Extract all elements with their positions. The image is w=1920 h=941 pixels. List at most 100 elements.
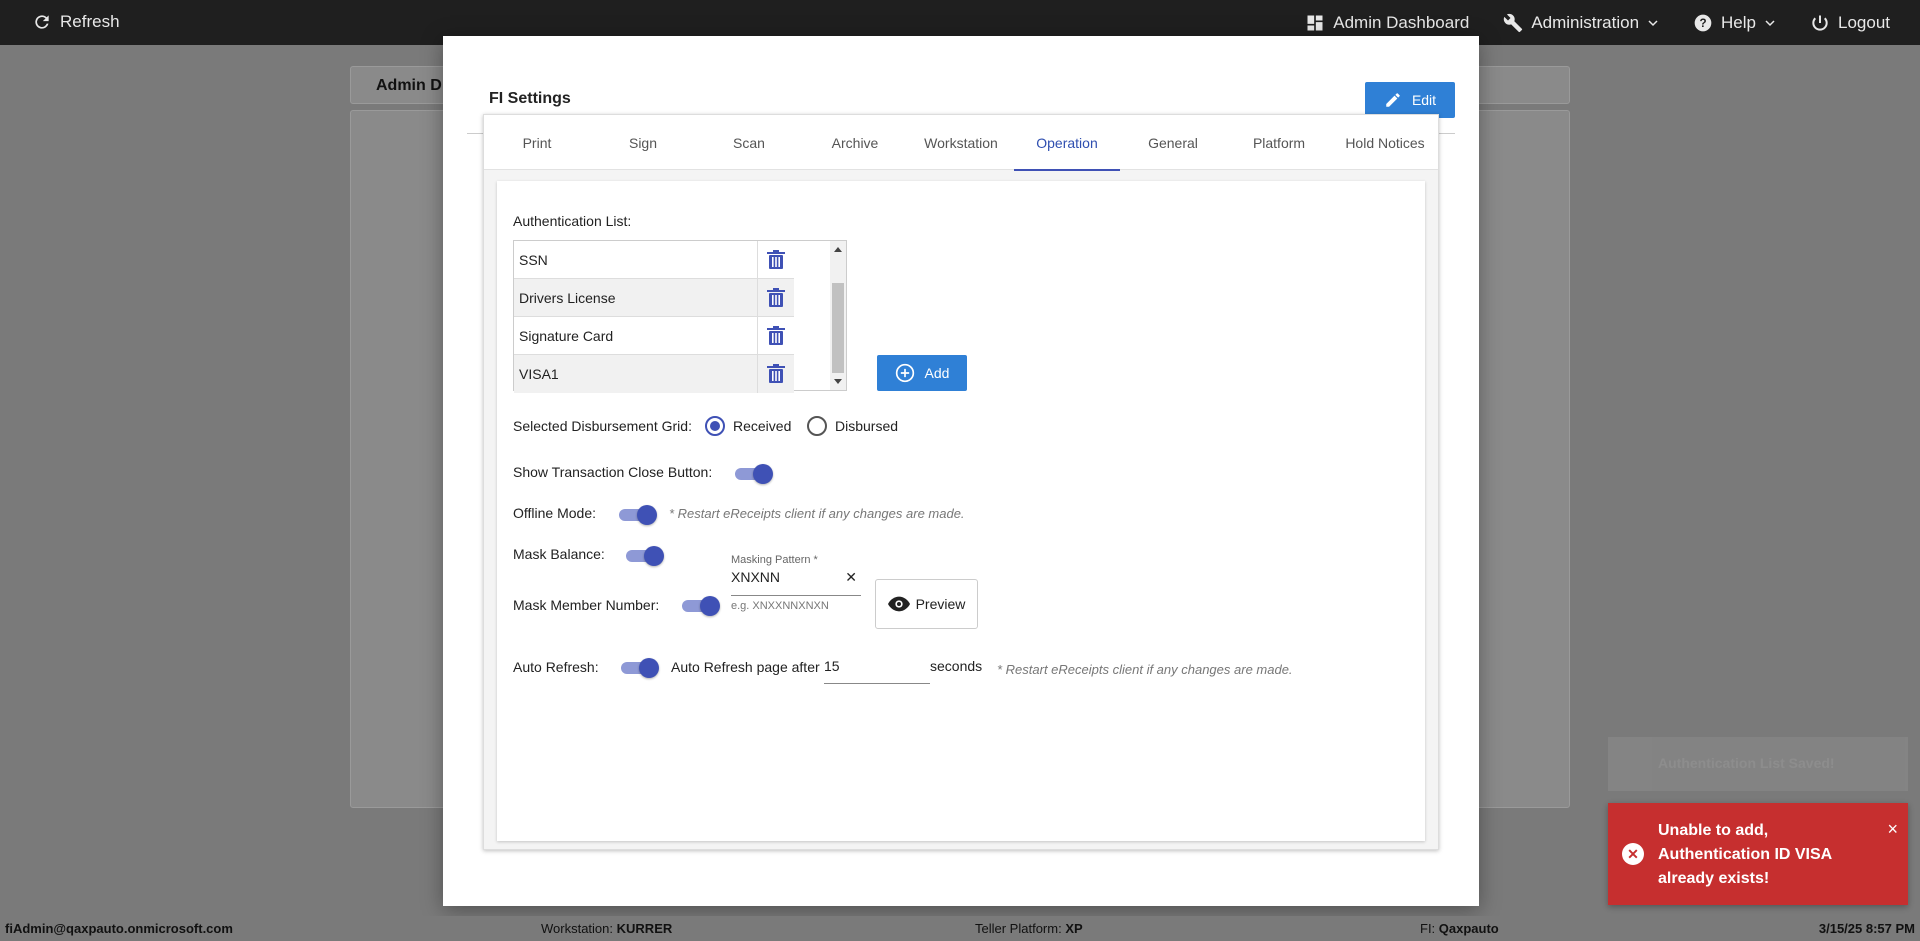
scroll-up-icon[interactable] [834,247,842,252]
success-toast: Authentication List Saved! [1608,737,1908,791]
mask-member-label: Mask Member Number: [513,597,660,613]
administration-menu[interactable]: Administration [1503,13,1659,33]
dashboard-icon [1307,15,1323,30]
error-toast-message: Unable to add, Authentication ID VISA al… [1658,822,1832,887]
eye-icon [887,596,910,612]
seconds-label: seconds [930,658,983,674]
fi-settings-modal: FI Settings Edit Print Sign Scan Archive… [443,36,1479,906]
list-item: Drivers License [514,279,794,317]
teller-label: Teller Platform: [975,921,1062,936]
tab-print[interactable]: Print [484,115,590,170]
tab-hold-notices[interactable]: Hold Notices [1332,115,1438,170]
delete-button[interactable] [758,317,794,354]
clear-icon[interactable]: ✕ [845,569,857,586]
scrollbar-thumb[interactable] [832,283,844,373]
offline-restart-note: * Restart eReceipts client if any change… [669,506,965,521]
chevron-down-icon [1765,19,1775,26]
tab-general[interactable]: General [1120,115,1226,170]
delete-button[interactable] [758,355,794,393]
auto-refresh-seconds-value[interactable]: 15 [824,658,840,674]
auto-refresh-restart-note: * Restart eReceipts client if any change… [997,662,1293,677]
auth-item-label: SSN [514,241,758,278]
disbursement-grid-label: Selected Disbursement Grid: [513,418,692,434]
trash-icon [767,325,785,345]
logout-label: Logout [1838,12,1890,32]
delete-button[interactable] [758,279,794,316]
error-icon: ✕ [1622,843,1644,865]
offline-mode-label: Offline Mode: [513,505,597,521]
list-scrollbar[interactable] [830,241,846,390]
status-fi: FI: Qaxpauto [1420,921,1499,936]
administration-label: Administration [1531,12,1640,32]
power-icon [1812,15,1828,31]
edit-label: Edit [1411,92,1437,108]
list-item: SSN [514,241,794,279]
masking-pattern-hint: e.g. XNXXNNXNXN [731,600,829,612]
svg-text:?: ? [1699,17,1706,30]
delete-button[interactable] [758,241,794,278]
tab-scan[interactable]: Scan [696,115,802,170]
tab-operation[interactable]: Operation [1014,115,1120,171]
auto-refresh-seconds-input[interactable]: 15 [824,658,930,684]
close-icon[interactable]: × [1887,819,1898,840]
masking-pattern-label: Masking Pattern * [731,554,818,566]
error-toast: ✕ Unable to add, Authentication ID VISA … [1608,803,1908,905]
list-item: Signature Card [514,317,794,355]
teller-value: XP [1065,921,1083,936]
success-toast-message: Authentication List Saved! [1658,755,1835,771]
refresh-icon [35,15,49,29]
tab-workstation[interactable]: Workstation [908,115,1014,170]
status-workstation: Workstation: KURRER [541,921,672,936]
show-close-toggle[interactable] [735,464,773,484]
refresh-button[interactable]: Refresh [32,12,120,32]
authentication-list: SSN Drivers License Signature Card VISA1 [513,240,847,393]
status-teller-platform: Teller Platform: XP [975,921,1083,936]
tab-archive[interactable]: Archive [802,115,908,170]
trash-icon [767,287,785,307]
preview-label: Preview [915,596,966,612]
status-datetime: 3/15/25 8:57 PM [1818,921,1915,936]
edit-button[interactable]: Edit [1365,82,1455,118]
auto-refresh-toggle[interactable] [621,658,659,678]
settings-tabs: Print Sign Scan Archive Workstation Oper… [484,115,1438,171]
help-menu[interactable]: ? Help [1693,13,1776,33]
workstation-label: Workstation: [541,921,614,936]
status-bar: fiAdmin@qaxpauto.onmicrosoft.com Worksta… [0,916,1920,941]
received-label: Received [733,418,792,434]
workstation-value: KURRER [616,921,673,936]
wrench-icon [1504,13,1523,32]
settings-panel: Print Sign Scan Archive Workstation Oper… [483,114,1439,850]
disbursed-radio[interactable] [807,416,827,436]
tab-sign[interactable]: Sign [590,115,696,170]
mask-member-toggle[interactable] [682,596,720,616]
mask-balance-label: Mask Balance: [513,546,605,562]
add-label: Add [924,365,950,381]
authentication-list-label: Authentication List: [513,213,632,229]
modal-title: FI Settings [489,90,571,107]
trash-icon [767,249,785,269]
admin-dashboard-link[interactable]: Admin Dashboard [1305,13,1469,33]
chevron-down-icon [1648,19,1658,26]
masking-pattern-value[interactable]: XNXNN [731,569,780,585]
background-page-title: Admin D [376,77,442,94]
disbursed-label: Disbursed [835,418,899,434]
add-button[interactable]: Add [877,355,967,391]
preview-button[interactable]: Preview [875,579,978,629]
logout-button[interactable]: Logout [1810,13,1890,33]
list-item: VISA1 [514,355,794,393]
operation-content: Authentication List: SSN Drivers License… [497,181,1425,841]
help-label: Help [1721,12,1756,32]
tab-platform[interactable]: Platform [1226,115,1332,170]
add-circle-icon [895,363,914,383]
offline-mode-toggle[interactable] [619,505,657,525]
admin-dashboard-label: Admin Dashboard [1333,12,1470,32]
mask-balance-toggle[interactable] [626,546,664,566]
auth-item-label: VISA1 [514,355,758,393]
pencil-icon [1386,93,1400,107]
auto-refresh-after-label: Auto Refresh page after [671,659,820,675]
auth-item-label: Signature Card [514,317,758,354]
auto-refresh-label: Auto Refresh: [513,659,599,675]
fi-label: FI: [1420,921,1436,936]
received-radio[interactable] [705,416,725,436]
scroll-down-icon[interactable] [834,379,842,384]
